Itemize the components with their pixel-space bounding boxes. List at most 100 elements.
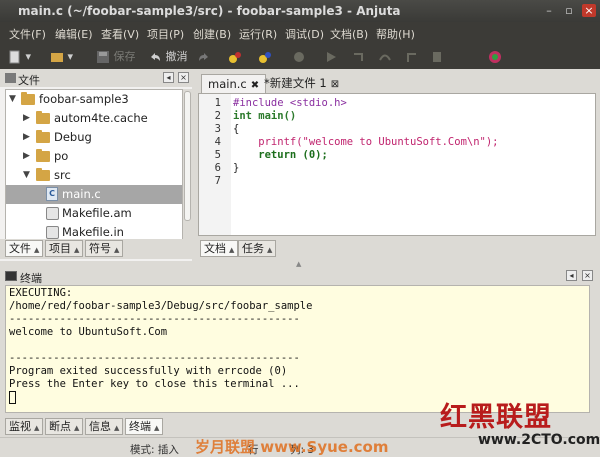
continue-button[interactable] (430, 48, 444, 65)
makefile-icon (46, 207, 59, 220)
panel-menu-icon[interactable]: ◂ (566, 270, 577, 281)
minimize-icon[interactable]: – (542, 4, 556, 17)
tab-arrow-icon: ▲ (267, 246, 273, 254)
step-out-button[interactable] (404, 48, 418, 65)
expand-arrow-icon[interactable]: ▼ (9, 90, 16, 109)
tab-messages[interactable]: 信息 ▲ (85, 418, 124, 435)
terminal-output[interactable]: EXECUTING: /home/red/foobar-sample3/Debu… (5, 285, 590, 413)
build-button[interactable] (228, 48, 242, 65)
menu-bar: 文件(F) 编辑(E) 查看(V) 项目(P) 创建(B) 运行(R) 调试(D… (0, 22, 600, 44)
close-icon[interactable]: × (582, 4, 596, 17)
code-editor[interactable]: 1 2 3 4 5 6 7 #include <stdio.h> int mai… (198, 93, 596, 236)
terminal-line: ----------------------------------------… (9, 313, 300, 325)
debug-button[interactable] (292, 48, 306, 65)
window-controls: – ▫ × (542, 4, 596, 17)
new-file-button[interactable]: ▾ (8, 48, 31, 65)
run-button[interactable] (324, 48, 338, 65)
terminal-line: Program exited successfully with errcode… (9, 365, 288, 377)
left-panel-tabs: 文件 ▲ 项目 ▲ 符号 ▲ (0, 239, 192, 259)
line-gutter: 1 2 3 4 5 6 7 (199, 94, 231, 235)
close-tab-icon[interactable]: ⊠ (331, 79, 339, 90)
tab-breakpoints[interactable]: 断点 ▲ (45, 418, 84, 435)
tree-item-foobar-sample3[interactable]: ▼ foobar-sample3 (6, 90, 182, 109)
brand-watermark: 红黑联盟 (440, 402, 552, 433)
menu-docs[interactable]: 文档(B) (330, 26, 368, 42)
file-tree-scrollbar[interactable] (183, 89, 192, 257)
tree-item-makefile-am[interactable]: Makefile.am (6, 204, 182, 223)
tab-tasks[interactable]: 任务 ▲ (238, 240, 277, 257)
tab-arrow-icon: ▲ (34, 246, 40, 254)
tree-item-debug[interactable]: ▶ Debug (6, 128, 182, 147)
tree-label: po (54, 149, 69, 163)
redo-button[interactable] (197, 48, 211, 65)
tab-label: 文件 (9, 242, 31, 255)
collapse-arrow-icon[interactable]: ▶ (23, 147, 30, 166)
terminal-cursor (9, 391, 16, 404)
line-number: 7 (214, 175, 221, 187)
panel-close-icon[interactable]: × (178, 72, 189, 83)
collapse-arrow-icon[interactable]: ▶ (23, 128, 30, 147)
menu-project[interactable]: 项目(P) (147, 26, 184, 42)
undo-button[interactable]: 撤消 (148, 48, 188, 65)
tree-item-po[interactable]: ▶ po (6, 147, 182, 166)
save-button[interactable]: 保存 (96, 48, 136, 65)
build-all-icon (259, 52, 271, 63)
panel-menu-icon[interactable]: ◂ (163, 72, 174, 83)
tree-item-src[interactable]: ▼ src (6, 166, 182, 185)
expand-arrow-icon[interactable]: ▼ (23, 166, 30, 185)
tab-documents[interactable]: 文档 ▲ (200, 240, 239, 257)
menu-debug[interactable]: 调试(D) (285, 26, 324, 42)
plugin-button[interactable] (488, 48, 502, 65)
tab-label: 文档 (204, 242, 226, 255)
open-folder-icon (51, 53, 63, 62)
menu-run[interactable]: 运行(R) (239, 26, 277, 42)
step-over-button[interactable] (378, 48, 392, 65)
terminal-line: EXECUTING: (9, 287, 73, 299)
file-panel-header: 文件 ◂ × (0, 69, 192, 87)
tree-item-autom4te[interactable]: ▶ autom4te.cache (6, 109, 182, 128)
terminal-line: Press the Enter key to close this termin… (9, 378, 300, 390)
line-number: 4 (214, 136, 221, 148)
build-all-button[interactable] (258, 48, 272, 65)
code-line: { (233, 123, 240, 135)
tab-terminal[interactable]: 终端 ▲ (125, 418, 164, 435)
tab-arrow-icon: ▲ (74, 424, 80, 432)
menu-help[interactable]: 帮助(H) (376, 26, 415, 42)
build-icon (229, 52, 241, 63)
tree-label: main.c (62, 187, 101, 201)
tab-label: 监视 (9, 420, 31, 433)
terminal-scrollbar[interactable] (591, 285, 599, 413)
menu-build[interactable]: 创建(B) (193, 26, 231, 42)
line-number: 5 (214, 149, 221, 161)
menu-view[interactable]: 查看(V) (101, 26, 139, 42)
code-line: } (233, 162, 240, 174)
continue-icon (433, 52, 441, 62)
open-file-button[interactable]: ▾ (50, 48, 73, 65)
tab-symbols[interactable]: 符号 ▲ (85, 240, 124, 257)
overlay-watermark: 岁月联盟 www.Syue.com (195, 438, 389, 456)
tree-item-main-c[interactable]: C main.c (6, 185, 182, 204)
menu-edit[interactable]: 编辑(E) (55, 26, 93, 42)
tree-label: Makefile.am (62, 206, 132, 220)
tree-label: autom4te.cache (54, 111, 148, 125)
tab-project[interactable]: 项目 ▲ (45, 240, 84, 257)
maximize-icon[interactable]: ▫ (562, 4, 576, 17)
menu-file[interactable]: 文件(F) (9, 26, 46, 42)
folder-icon (21, 92, 35, 105)
collapse-arrow-icon[interactable]: ▶ (23, 109, 30, 128)
tab-label: 终端 (129, 420, 151, 433)
tree-label: src (54, 168, 71, 182)
tab-new-file-1[interactable]: *新建文件 1 ⊠ (258, 74, 345, 94)
terminal-title: 终端 (20, 272, 42, 285)
tab-label: 断点 (49, 420, 71, 433)
tab-watch[interactable]: 监视 ▲ (5, 418, 44, 435)
tab-files[interactable]: 文件 ▲ (5, 240, 44, 257)
panel-close-icon[interactable]: × (582, 270, 593, 281)
c-file-icon: C (46, 187, 58, 201)
scroll-thumb[interactable] (184, 91, 191, 221)
file-panel: 文件 ◂ × ▼ foobar-sample3 ▶ autom4te.cache… (0, 69, 192, 261)
tree-label: Debug (54, 130, 92, 144)
step-in-button[interactable] (352, 48, 366, 65)
tab-arrow-icon: ▲ (74, 246, 80, 254)
tab-main-c[interactable]: main.c ✖ (201, 74, 267, 94)
